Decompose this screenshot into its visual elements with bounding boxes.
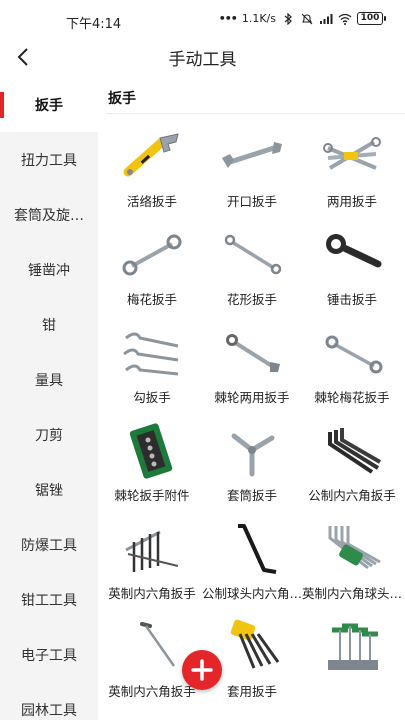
sidebar-item-garden-tools[interactable]: 园林工具 — [0, 683, 98, 720]
product-label: 开口扳手 — [226, 194, 277, 209]
sidebar-item-wrenches[interactable]: 扳手 — [0, 78, 98, 132]
product-adjustable-wrench[interactable]: 活络扳手 — [102, 122, 202, 218]
sidebar-item-saws-files[interactable]: 锯锉 — [0, 463, 98, 517]
product-label: 梅花扳手 — [126, 292, 177, 307]
ratchet-accessory-kit-icon — [129, 423, 173, 479]
sidebar-item-label: 电子工具 — [21, 648, 77, 664]
y-socket-wrench-icon — [231, 433, 275, 477]
product-open-end-wrench[interactable]: 开口扳手 — [202, 122, 302, 218]
product-striking-wrench[interactable]: 锤击扳手 — [302, 220, 402, 316]
page-title: 手动工具 — [168, 50, 237, 70]
status-time: 下午4:14 — [66, 17, 122, 32]
hook-wrench-icon — [123, 332, 179, 376]
battery-icon: 100 — [357, 12, 386, 25]
ball-end-hex-key-icon — [238, 524, 277, 574]
bluetooth-icon — [284, 12, 292, 25]
sidebar-item-label: 套筒及旋… — [14, 208, 84, 224]
product-socket-wrench[interactable]: 套筒扳手 — [202, 416, 302, 512]
sidebar-item-label: 刀剪 — [35, 428, 63, 444]
product-metric-ball-hex-key[interactable]: 公制球头内六角… — [202, 514, 302, 610]
t-handle-hex-stand-icon — [328, 623, 378, 670]
ratchet-combination-wrench-icon — [226, 334, 280, 372]
sidebar-item-measuring[interactable]: 量具 — [0, 353, 98, 407]
signal-icon — [320, 13, 333, 24]
box-end-wrench-icon — [122, 234, 182, 276]
sidebar-item-sockets[interactable]: 套筒及旋… — [0, 188, 98, 242]
product-hook-wrench[interactable]: 勾扳手 — [102, 318, 202, 414]
product-ratchet-accessories[interactable]: 棘轮扳手附件 — [102, 416, 202, 512]
add-button[interactable] — [182, 650, 222, 690]
product-metric-hex-key[interactable]: 公制内六角扳手 — [302, 416, 402, 512]
category-sidebar: 扳手 扭力工具 套筒及旋… 锤凿冲 钳 量具 刀剪 锯锉 防爆工具 钳工工具 电… — [0, 78, 98, 720]
sidebar-item-label: 锯锉 — [35, 483, 63, 499]
network-speed: 1.1K/s — [241, 12, 276, 25]
torx-wrench-icon — [224, 234, 282, 275]
product-ratchet-box-wrench[interactable]: 棘轮梅花扳手 — [302, 318, 402, 414]
sidebar-item-torque-tools[interactable]: 扭力工具 — [0, 133, 98, 187]
striking-wrench-icon — [326, 234, 382, 268]
more-dots-icon: ••• — [218, 12, 238, 25]
product-label: 棘轮梅花扳手 — [314, 390, 390, 405]
status-icons: ••• 1.1K/s 100 — [218, 12, 386, 25]
product-label: 锤击扳手 — [326, 292, 377, 307]
product-label: 公制内六角扳手 — [308, 488, 396, 503]
sidebar-item-label: 钳 — [42, 318, 56, 334]
section-divider — [106, 113, 405, 114]
ball-hex-key-set-icon — [328, 526, 381, 570]
product-label: 棘轮两用扳手 — [214, 390, 290, 405]
product-label: 套筒扳手 — [226, 488, 277, 503]
product-t-handle-set[interactable] — [302, 612, 402, 708]
product-imperial-hex-key[interactable]: 英制内六角扳手 — [102, 514, 202, 610]
metric-hex-key-set-icon — [328, 428, 382, 474]
product-grid-panel: 扳手 活络扳手 开口扳手 两用扳手 梅花扳手 花形扳手 锤击扳手 勾扳手 棘轮两… — [98, 78, 405, 720]
product-combination-wrench[interactable]: 两用扳手 — [302, 122, 402, 218]
nav-bar: 手动工具 — [0, 36, 405, 78]
t-handle-hex-key-set-icon — [125, 530, 179, 572]
sidebar-item-label: 量具 — [35, 373, 63, 389]
sidebar-item-electronic-tools[interactable]: 电子工具 — [0, 628, 98, 682]
adjustable-wrench-icon — [123, 133, 179, 177]
product-label: 勾扳手 — [133, 390, 171, 405]
hex-key-pouch-set-icon — [230, 619, 280, 669]
sidebar-item-label: 锤凿冲 — [28, 263, 70, 279]
plus-icon — [191, 659, 213, 681]
product-ratchet-combination-wrench[interactable]: 棘轮两用扳手 — [202, 318, 302, 414]
open-end-wrench-icon — [222, 142, 282, 168]
bell-muted-icon — [301, 13, 313, 24]
sidebar-item-explosion-proof[interactable]: 防爆工具 — [0, 518, 98, 572]
sidebar-item-knives-scissors[interactable]: 刀剪 — [0, 408, 98, 462]
product-label: 英制内六角球头… — [302, 586, 402, 601]
product-torx-wrench[interactable]: 花形扳手 — [202, 220, 302, 316]
sidebar-item-label: 园林工具 — [21, 703, 77, 719]
product-label: 棘轮扳手附件 — [114, 488, 190, 503]
section-title: 扳手 — [108, 91, 136, 107]
product-label: 两用扳手 — [326, 194, 377, 209]
product-label: 英制内六角扳手 — [108, 586, 196, 601]
sidebar-item-fitter-tools[interactable]: 钳工工具 — [0, 573, 98, 627]
wifi-icon — [338, 13, 352, 25]
t-handle-hex-key-icon — [140, 622, 176, 667]
sidebar-item-pliers[interactable]: 钳 — [0, 298, 98, 352]
product-box-end-wrench[interactable]: 梅花扳手 — [102, 220, 202, 316]
sidebar-item-label: 防爆工具 — [21, 538, 77, 554]
sidebar-item-hammers-chisels[interactable]: 锤凿冲 — [0, 243, 98, 297]
product-imperial-ball-hex-key[interactable]: 英制内六角球头… — [302, 514, 402, 610]
sidebar-item-label: 钳工工具 — [21, 593, 77, 609]
ratchet-box-wrench-icon — [325, 335, 383, 374]
sidebar-item-label: 扭力工具 — [21, 153, 77, 169]
sidebar-item-label: 扳手 — [35, 98, 63, 114]
product-label: 花形扳手 — [226, 292, 277, 307]
product-label: 活络扳手 — [126, 194, 177, 209]
status-bar: 下午4:14 ••• 1.1K/s 100 — [0, 0, 405, 36]
product-label: 公制球头内六角… — [202, 586, 302, 601]
combination-wrench-set-icon — [323, 137, 381, 170]
